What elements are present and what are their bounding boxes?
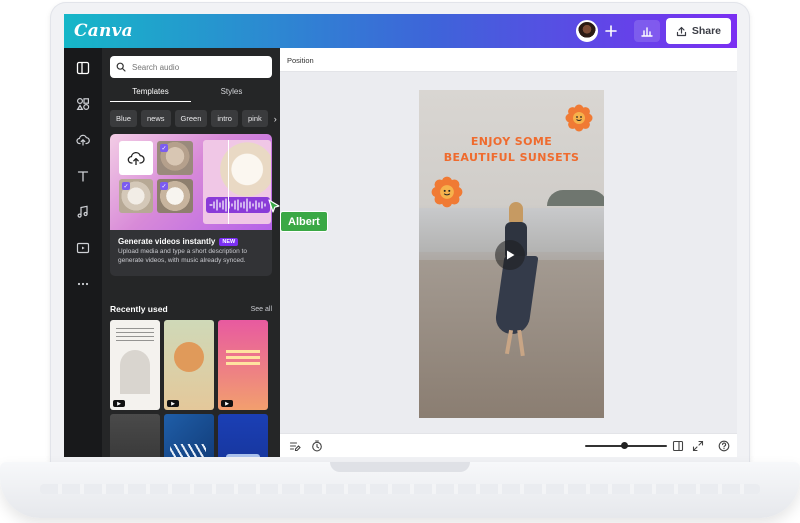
promo-card[interactable]: ✓ ✓ ✓ Generate videos instantly NEW Uplo… — [110, 134, 272, 276]
search-box[interactable] — [110, 56, 272, 78]
dog-thumbnail: ✓ — [157, 141, 193, 175]
pages-icon[interactable] — [671, 439, 685, 453]
keyboard-strip — [40, 484, 760, 494]
bar-chart-icon — [641, 26, 653, 37]
promo-title-row: Generate videos instantly NEW — [118, 237, 239, 246]
elements-icon[interactable] — [75, 96, 91, 112]
share-button[interactable]: Share — [665, 18, 731, 44]
chip-pink[interactable]: pink — [241, 110, 268, 127]
checkbox-icon: ✓ — [122, 182, 130, 190]
template-thumbnail[interactable] — [218, 414, 268, 457]
template-text-block — [226, 350, 260, 368]
woman-figure — [493, 202, 539, 362]
canvas-area: Position ENJOY SOME BEAUTIFUL SUNSETS — [280, 48, 737, 457]
video-badge-icon: ▶ — [221, 400, 233, 407]
bottom-toolbar — [280, 433, 737, 457]
play-icon — [507, 250, 515, 260]
dog-thumbnail: ✓ — [119, 179, 153, 213]
notes-icon[interactable] — [288, 439, 302, 453]
playhead-marker — [228, 140, 229, 224]
chevron-right-icon[interactable]: › — [272, 110, 277, 127]
app-screen: Canva Share Search audio Templates Style… — [64, 14, 737, 457]
checkbox-icon: ✓ — [160, 182, 168, 190]
island-shape — [547, 190, 604, 206]
template-orb — [174, 342, 204, 372]
promo-title: Generate videos instantly — [118, 237, 216, 246]
cloud-upload-icon — [127, 151, 145, 165]
icon-rail — [64, 48, 102, 457]
recently-used-title: Recently used — [110, 304, 168, 314]
canva-logo[interactable]: Canva — [74, 21, 133, 41]
context-toolbar: Position — [280, 48, 737, 72]
design-headline-line-1: ENJOY SOME — [470, 135, 553, 148]
design-headline[interactable]: ENJOY SOME BEAUTIFUL SUNSETS — [419, 134, 604, 166]
see-all-link[interactable]: See all — [251, 306, 272, 313]
template-thumbnail[interactable]: ▶ — [164, 320, 214, 410]
design-page[interactable]: ENJOY SOME BEAUTIFUL SUNSETS — [419, 90, 604, 418]
video-icon[interactable] — [75, 240, 91, 256]
add-collaborator-button[interactable] — [600, 20, 622, 42]
collaborator-cursor-icon — [268, 199, 280, 213]
promo-illustration: ✓ ✓ ✓ — [110, 134, 272, 230]
tab-templates[interactable]: Templates — [110, 84, 191, 102]
search-icon — [116, 62, 126, 72]
zoom-slider-handle[interactable] — [621, 442, 628, 449]
timer-icon[interactable] — [310, 439, 324, 453]
play-button[interactable] — [495, 240, 525, 270]
chip-blue[interactable]: Blue — [110, 110, 138, 127]
recently-used-header: Recently used See all — [110, 304, 272, 314]
upload-icon — [676, 26, 686, 36]
more-icon[interactable] — [75, 276, 91, 292]
template-thumbnail[interactable] — [164, 414, 214, 457]
cloud-upload-icon[interactable] — [75, 132, 91, 148]
video-badge-icon: ▶ — [113, 400, 125, 407]
music-icon[interactable] — [75, 204, 91, 220]
user-avatar[interactable] — [575, 20, 598, 42]
template-thumbnail[interactable]: ▶ — [218, 320, 268, 410]
search-input[interactable] — [132, 62, 262, 72]
collaborator-label: Albert — [280, 211, 328, 232]
template-arch-image — [120, 350, 150, 394]
promo-description: Upload media and type a short descriptio… — [118, 248, 247, 264]
side-panel: Templates Styles Blue news Green intro p… — [102, 48, 280, 457]
new-badge: NEW — [219, 237, 239, 246]
fullscreen-icon[interactable] — [691, 439, 705, 453]
laptop-notch — [330, 462, 470, 472]
chip-green[interactable]: Green — [174, 110, 208, 127]
dog-thumbnail: ✓ — [157, 179, 193, 213]
checkbox-icon: ✓ — [160, 144, 168, 152]
audio-waveform — [206, 197, 270, 213]
design-headline-line-2: BEAUTIFUL SUNSETS — [443, 150, 580, 164]
chip-news[interactable]: news — [141, 110, 171, 127]
video-badge-icon: ▶ — [167, 400, 179, 407]
filter-chips: Blue news Green intro pink › — [110, 110, 277, 127]
top-bar: Canva Share — [64, 14, 737, 48]
share-label: Share — [691, 25, 721, 37]
template-stripes — [170, 444, 206, 457]
template-thumbnail[interactable]: ▶ — [110, 320, 160, 410]
template-thumbnail[interactable] — [110, 414, 160, 457]
flower-sticker-icon[interactable] — [431, 176, 463, 208]
template-text-lines — [116, 328, 154, 342]
panel-tabs: Templates Styles — [110, 84, 272, 102]
template-script-text — [226, 454, 260, 457]
layout-icon[interactable] — [75, 60, 91, 76]
help-icon[interactable] — [717, 439, 731, 453]
plus-icon — [605, 25, 617, 37]
position-button[interactable]: Position — [287, 56, 314, 65]
insights-button[interactable] — [633, 20, 660, 42]
topbar-actions: Share — [575, 18, 731, 44]
chip-intro[interactable]: intro — [211, 110, 238, 127]
tab-styles[interactable]: Styles — [191, 84, 272, 102]
text-icon[interactable] — [75, 168, 91, 184]
upload-tile — [119, 141, 153, 175]
flower-sticker-icon[interactable] — [565, 104, 593, 132]
